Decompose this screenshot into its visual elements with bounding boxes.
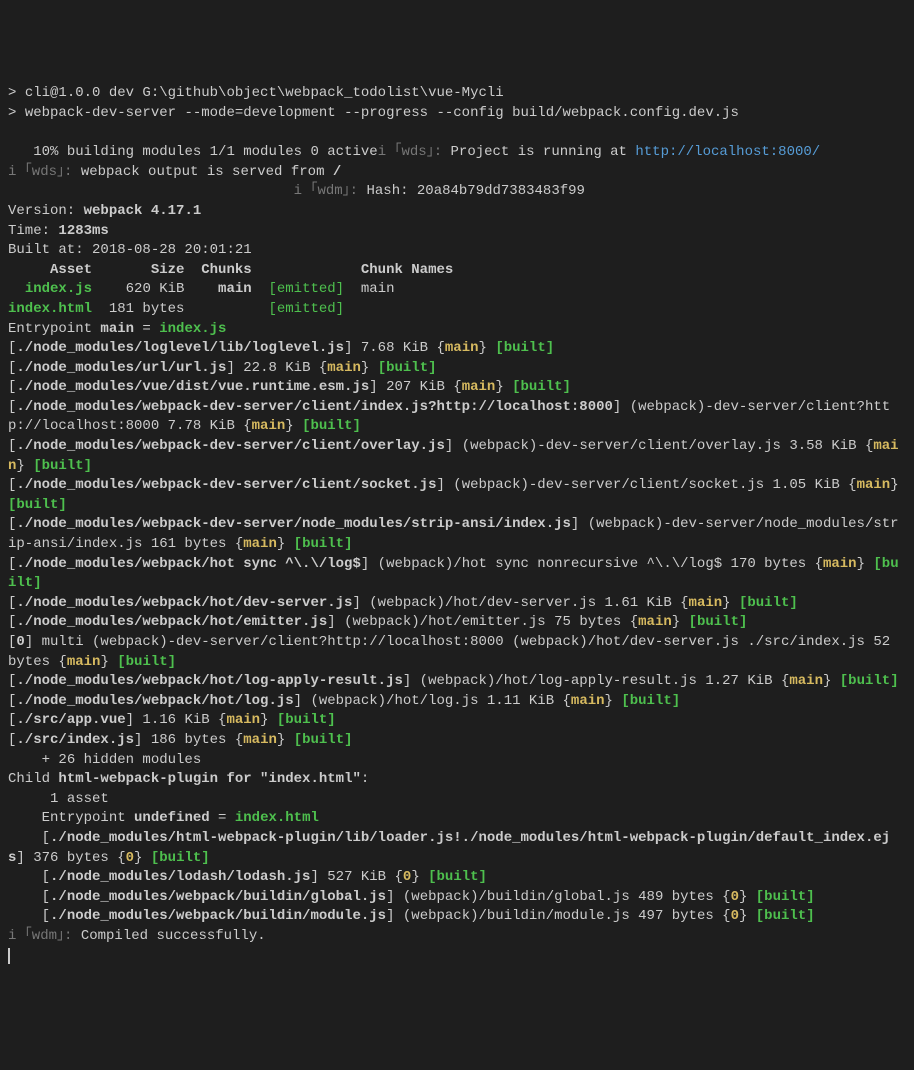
module-path: ./node_modules/webpack-dev-server/node_m… [16,516,571,532]
prompt: > [8,85,25,101]
localhost-url[interactable]: http://localhost:8000/ [635,144,820,160]
module-path: ./node_modules/lodash/lodash.js [50,869,310,885]
child-plugin: html-webpack-plugin for "index.html" [58,771,360,787]
module-path: ./node_modules/webpack-dev-server/client… [16,438,444,454]
built-at: 2018-08-28 20:01:21 [92,242,252,258]
module-path: ./src/index.js [16,732,134,748]
module-path: ./node_modules/webpack/buildin/global.js [50,889,386,905]
module-path: ./node_modules/webpack/hot/log.js [16,693,293,709]
command-1: cli@1.0.0 dev G:\github\object\webpack_t… [25,85,504,101]
webpack-version: webpack 4.17.1 [84,203,202,219]
progress-line: 10% building modules 1/1 modules 0 activ… [8,144,378,160]
module-path: ./node_modules/webpack/hot/log-apply-res… [16,673,402,689]
info-icon: i [294,183,302,199]
module-path: ./src/app.vue [16,712,125,728]
entry-file: index.js [159,321,226,337]
command-2: webpack-dev-server --mode=development --… [25,105,739,121]
module-path: ./node_modules/webpack/hot sync ^\.\/log… [16,556,360,572]
module-path: ./node_modules/webpack-dev-server/client… [16,477,436,493]
terminal-output[interactable]: > cli@1.0.0 dev G:\github\object\webpack… [8,84,906,966]
build-time: 1283ms [58,223,108,239]
module-path: ./node_modules/webpack/hot/emitter.js [16,614,327,630]
module-path: ./node_modules/webpack-dev-server/client… [16,399,613,415]
module-path: ./node_modules/loglevel/lib/loglevel.js [16,340,344,356]
info-icon: i [378,144,386,160]
module-path: ./node_modules/vue/dist/vue.runtime.esm.… [16,379,369,395]
cursor [8,948,10,964]
module-path: ./node_modules/webpack/hot/dev-server.js [16,595,352,611]
compiled-status: Compiled successfully. [81,928,266,944]
module-path: ./node_modules/webpack/buildin/module.js [50,908,386,924]
hidden-modules: + 26 hidden modules [8,752,201,768]
module-path: ./node_modules/url/url.js [16,360,226,376]
asset-name: index.js [8,281,92,297]
prompt: > [8,105,25,121]
hash-line: Hash: 20a84b79dd7383483f99 [366,183,584,199]
asset-header: Asset Size Chunks Chunk Names [8,262,453,278]
asset-name: index.html [8,301,92,317]
